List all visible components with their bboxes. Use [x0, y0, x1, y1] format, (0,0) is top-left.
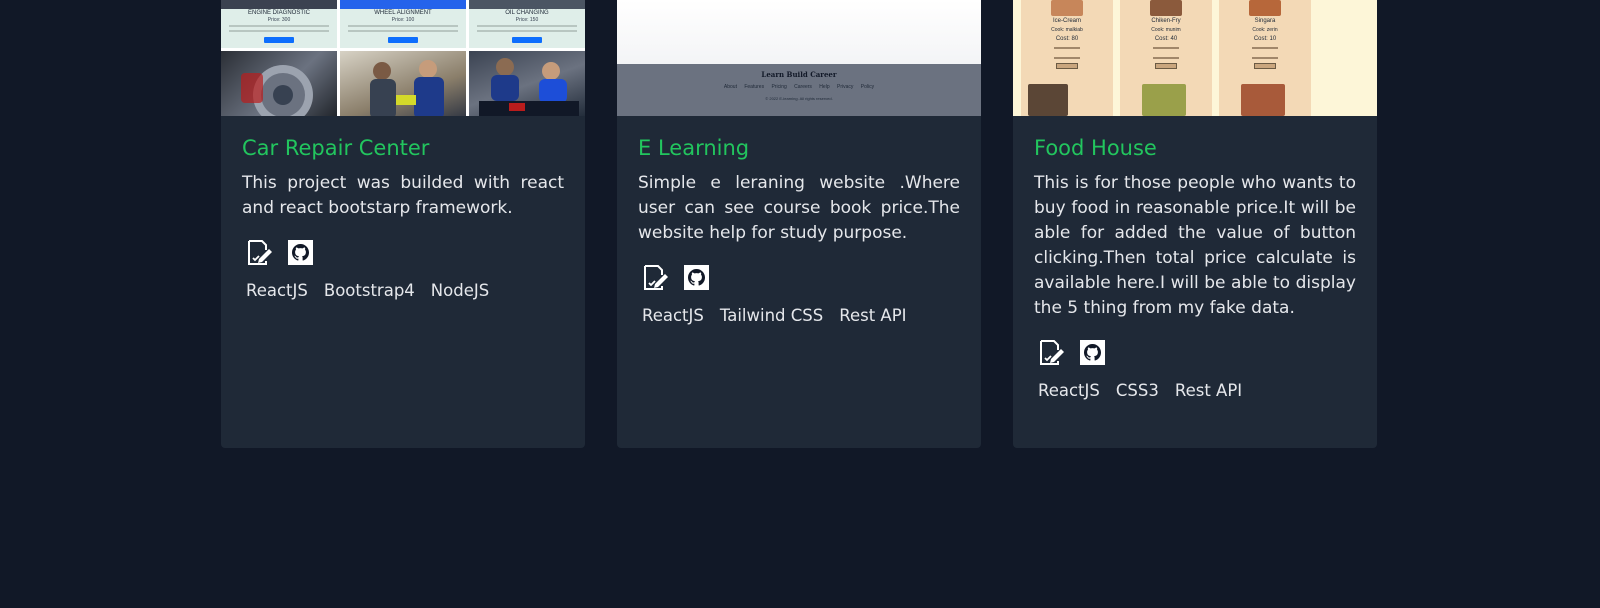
- service-price: Price: 100: [391, 17, 415, 23]
- project-title: Food House: [1034, 136, 1157, 160]
- service-price: Price: 150: [515, 17, 539, 23]
- service-name: WHEEL ALIGNMENT: [374, 10, 432, 16]
- tech-tag: CSS3: [1115, 381, 1159, 400]
- card-body: Food House This is for those people who …: [1013, 116, 1377, 400]
- project-description: This is for those people who wants to bu…: [1034, 173, 1356, 318]
- service-card: OIL CHANGING Price: 150: [469, 0, 585, 48]
- tech-tag: Rest API: [839, 306, 907, 325]
- project-card-e-learning: Learn Build Career About Features Pricin…: [617, 0, 981, 448]
- project-links: [638, 264, 960, 291]
- food-item-card: Ice-Cream Cook: malkiab Cost: 80: [1021, 0, 1113, 116]
- github-icon[interactable]: [683, 264, 710, 291]
- food-cost: Cost: 40: [1154, 36, 1178, 42]
- food-name: Singara: [1254, 18, 1276, 24]
- service-card: ENGINE DIAGNOSTIC Price: 300: [221, 0, 337, 48]
- project-thumbnail[interactable]: Ice-Cream Cook: malkiab Cost: 80 Chiken-…: [1013, 0, 1377, 116]
- project-title: Car Repair Center: [242, 136, 430, 160]
- food-name: Ice-Cream: [1052, 18, 1081, 24]
- mechanic-photo: [340, 51, 466, 116]
- food-cost: Cost: 80: [1055, 36, 1079, 42]
- edit-document-icon[interactable]: [642, 264, 669, 291]
- thumbnail-screenshot: Ice-Cream Cook: malkiab Cost: 80 Chiken-…: [1013, 0, 1377, 116]
- project-thumbnail[interactable]: Learn Build Career About Features Pricin…: [617, 0, 981, 116]
- thumbnail-screenshot: [617, 0, 981, 64]
- food-name: Chiken-Fry: [1151, 18, 1181, 24]
- food-item-card: Singara Cook: zerin Cost: 10: [1219, 0, 1311, 116]
- tech-tag: ReactJS: [246, 281, 308, 300]
- edit-document-icon[interactable]: [246, 239, 273, 266]
- tech-tags: ReactJS CSS3 Rest API: [1034, 381, 1356, 400]
- project-description: This project was builded with react and …: [242, 173, 564, 218]
- card-body: Car Repair Center This project was build…: [221, 116, 585, 300]
- tech-tag: Bootstrap4: [323, 281, 415, 300]
- footer-links: About Features Pricing Careers Help Priv…: [723, 84, 875, 90]
- engine-repair-photo: [469, 51, 585, 116]
- tech-tag: ReactJS: [642, 306, 704, 325]
- food-cook: Cook: munim: [1151, 27, 1181, 33]
- tech-tag: Tailwind CSS: [719, 306, 824, 325]
- tech-tags: ReactJS Bootstrap4 NodeJS: [242, 281, 564, 300]
- card-body: E Learning Simple e leraning website .Wh…: [617, 116, 981, 325]
- food-item-card: Chiken-Fry Cook: munim Cost: 40: [1120, 0, 1212, 116]
- food-cost: Cost: 10: [1253, 36, 1277, 42]
- tech-tag: NodeJS: [430, 281, 490, 300]
- tech-tag: Rest API: [1174, 381, 1243, 400]
- project-links: [1034, 339, 1356, 366]
- project-card-car-repair: ENGINE DIAGNOSTIC Price: 300 WHEEL ALIGN…: [221, 0, 585, 448]
- tech-tags: ReactJS Tailwind CSS Rest API: [638, 306, 960, 325]
- github-icon[interactable]: [287, 239, 314, 266]
- brake-disc-photo: [221, 51, 337, 116]
- food-cook: Cook: zerin: [1252, 27, 1278, 33]
- project-thumbnail[interactable]: ENGINE DIAGNOSTIC Price: 300 WHEEL ALIGN…: [221, 0, 585, 116]
- github-icon[interactable]: [1079, 339, 1106, 366]
- project-links: [242, 239, 564, 266]
- service-card: WHEEL ALIGNMENT Price: 100: [340, 0, 466, 48]
- thumbnail-screenshot: ENGINE DIAGNOSTIC Price: 300 WHEEL ALIGN…: [221, 0, 585, 116]
- thumbnail-footer: Learn Build Career About Features Pricin…: [617, 64, 981, 116]
- edit-document-icon[interactable]: [1038, 339, 1065, 366]
- service-name: OIL CHANGING: [505, 10, 549, 16]
- project-description: Simple e leraning website .Where user ca…: [638, 173, 960, 243]
- service-name: ENGINE DIAGNOSTIC: [247, 10, 310, 16]
- tech-tag: ReactJS: [1038, 381, 1100, 400]
- project-title: E Learning: [638, 136, 750, 160]
- food-cook: Cook: malkiab: [1051, 27, 1083, 33]
- site-brand: Learn Build Career: [761, 70, 837, 79]
- footer-copyright: © 2022 E-learning. All rights reserved.: [765, 96, 833, 101]
- project-card-food-house: Ice-Cream Cook: malkiab Cost: 80 Chiken-…: [1013, 0, 1377, 448]
- service-price: Price: 300: [267, 17, 291, 23]
